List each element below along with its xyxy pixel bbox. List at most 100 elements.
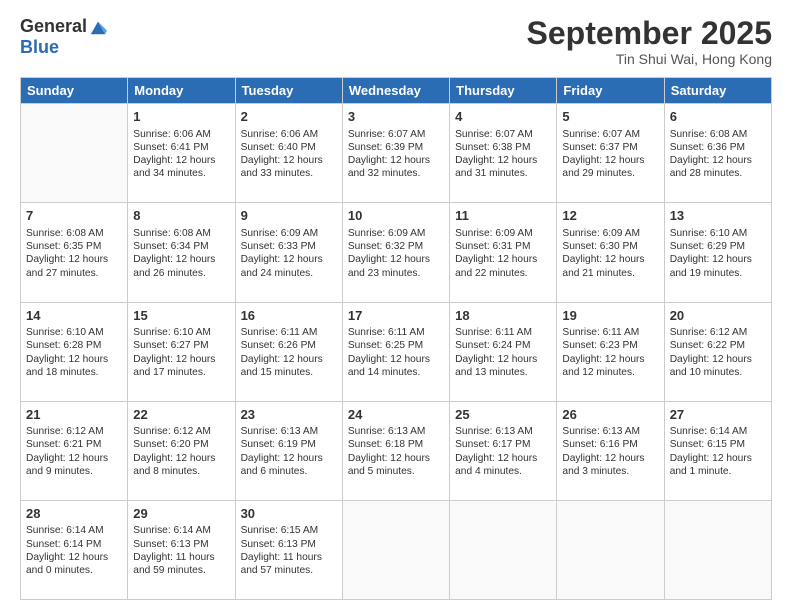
header-monday: Monday — [128, 78, 235, 104]
table-cell: 17Sunrise: 6:11 AM Sunset: 6:25 PM Dayli… — [342, 302, 449, 401]
table-cell: 22Sunrise: 6:12 AM Sunset: 6:20 PM Dayli… — [128, 401, 235, 500]
table-cell: 4 Sunrise: 6:07 AM Sunset: 6:38 PM Daylig… — [450, 104, 557, 203]
table-cell: 2Sunrise: 6:06 AM Sunset: 6:40 PM Daylig… — [235, 104, 342, 203]
cell-content: Sunrise: 6:13 AM Sunset: 6:17 PM Dayligh… — [455, 425, 551, 478]
day-number: 18 — [455, 307, 551, 325]
header: General Blue September 2025 Tin Shui Wai… — [20, 16, 772, 67]
table-cell — [342, 500, 449, 599]
day-number: 21 — [26, 406, 122, 424]
day-number: 20 — [670, 307, 766, 325]
day-number: 11 — [455, 207, 551, 225]
cell-content: Sunrise: 6:15 AM Sunset: 6:13 PM Dayligh… — [241, 524, 337, 577]
cell-content: Sunrise: 6:11 AM Sunset: 6:24 PM Dayligh… — [455, 326, 551, 379]
header-thursday: Thursday — [450, 78, 557, 104]
table-cell: 8 Sunrise: 6:08 AM Sunset: 6:34 PM Daylig… — [128, 203, 235, 302]
cell-content: Sunrise: 6:11 AM Sunset: 6:23 PM Dayligh… — [562, 326, 658, 379]
header-wednesday: Wednesday — [342, 78, 449, 104]
cell-content: Sunrise: 6:06 AM Sunset: 6:41 PM Dayligh… — [133, 128, 229, 181]
day-number: 9 — [241, 207, 337, 225]
cell-content: Sunrise: 6:11 AM Sunset: 6:25 PM Dayligh… — [348, 326, 444, 379]
cell-content: Sunrise: 6:10 AM Sunset: 6:29 PM Dayligh… — [670, 227, 766, 280]
table-cell: 18Sunrise: 6:11 AM Sunset: 6:24 PM Dayli… — [450, 302, 557, 401]
day-number: 27 — [670, 406, 766, 424]
location: Tin Shui Wai, Hong Kong — [527, 51, 772, 67]
header-saturday: Saturday — [664, 78, 771, 104]
page: General Blue September 2025 Tin Shui Wai… — [0, 0, 792, 612]
day-number: 3 — [348, 108, 444, 126]
cell-content: Sunrise: 6:09 AM Sunset: 6:32 PM Dayligh… — [348, 227, 444, 280]
cell-content: Sunrise: 6:12 AM Sunset: 6:22 PM Dayligh… — [670, 326, 766, 379]
cell-content: Sunrise: 6:07 AM Sunset: 6:37 PM Dayligh… — [562, 128, 658, 181]
table-cell: 10 Sunrise: 6:09 AM Sunset: 6:32 PM Dayli… — [342, 203, 449, 302]
day-number: 15 — [133, 307, 229, 325]
day-number: 24 — [348, 406, 444, 424]
table-cell — [450, 500, 557, 599]
day-number: 10 — [348, 207, 444, 225]
table-cell: 12 Sunrise: 6:09 AM Sunset: 6:30 PM Dayli… — [557, 203, 664, 302]
cell-content: Sunrise: 6:12 AM Sunset: 6:21 PM Dayligh… — [26, 425, 122, 478]
table-cell: 13 Sunrise: 6:10 AM Sunset: 6:29 PM Dayli… — [664, 203, 771, 302]
calendar-table: Sunday Monday Tuesday Wednesday Thursday… — [20, 77, 772, 600]
table-cell: 3 Sunrise: 6:07 AM Sunset: 6:39 PM Daylig… — [342, 104, 449, 203]
cell-content: Sunrise: 6:13 AM Sunset: 6:19 PM Dayligh… — [241, 425, 337, 478]
cell-content: Sunrise: 6:10 AM Sunset: 6:28 PM Dayligh… — [26, 326, 122, 379]
day-number: 4 — [455, 108, 551, 126]
cell-content: Sunrise: 6:07 AM Sunset: 6:39 PM Dayligh… — [348, 128, 444, 181]
cell-content: Sunrise: 6:11 AM Sunset: 6:26 PM Dayligh… — [241, 326, 337, 379]
day-header-row: Sunday Monday Tuesday Wednesday Thursday… — [21, 78, 772, 104]
table-cell — [664, 500, 771, 599]
table-cell — [21, 104, 128, 203]
day-number: 28 — [26, 505, 122, 523]
day-number: 8 — [133, 207, 229, 225]
day-number: 5 — [562, 108, 658, 126]
cell-content: Sunrise: 6:14 AM Sunset: 6:15 PM Dayligh… — [670, 425, 766, 478]
logo: General Blue — [20, 16, 107, 58]
cell-content: Sunrise: 6:14 AM Sunset: 6:13 PM Dayligh… — [133, 524, 229, 577]
table-cell: 9Sunrise: 6:09 AM Sunset: 6:33 PM Daylig… — [235, 203, 342, 302]
cell-content: Sunrise: 6:09 AM Sunset: 6:30 PM Dayligh… — [562, 227, 658, 280]
day-number: 13 — [670, 207, 766, 225]
cell-content: Sunrise: 6:06 AM Sunset: 6:40 PM Dayligh… — [241, 128, 337, 181]
table-cell: 16Sunrise: 6:11 AM Sunset: 6:26 PM Dayli… — [235, 302, 342, 401]
logo-icon — [89, 18, 107, 36]
day-number: 12 — [562, 207, 658, 225]
cell-content: Sunrise: 6:09 AM Sunset: 6:31 PM Dayligh… — [455, 227, 551, 280]
table-cell: 20Sunrise: 6:12 AM Sunset: 6:22 PM Dayli… — [664, 302, 771, 401]
table-cell: 5 Sunrise: 6:07 AM Sunset: 6:37 PM Daylig… — [557, 104, 664, 203]
day-number: 26 — [562, 406, 658, 424]
table-cell: 6 Sunrise: 6:08 AM Sunset: 6:36 PM Daylig… — [664, 104, 771, 203]
cell-content: Sunrise: 6:12 AM Sunset: 6:20 PM Dayligh… — [133, 425, 229, 478]
table-cell: 30Sunrise: 6:15 AM Sunset: 6:13 PM Dayli… — [235, 500, 342, 599]
day-number: 19 — [562, 307, 658, 325]
day-number: 1 — [133, 108, 229, 126]
header-sunday: Sunday — [21, 78, 128, 104]
cell-content: Sunrise: 6:08 AM Sunset: 6:35 PM Dayligh… — [26, 227, 122, 280]
cell-content: Sunrise: 6:13 AM Sunset: 6:16 PM Dayligh… — [562, 425, 658, 478]
table-cell: 21Sunrise: 6:12 AM Sunset: 6:21 PM Dayli… — [21, 401, 128, 500]
cell-content: Sunrise: 6:07 AM Sunset: 6:38 PM Dayligh… — [455, 128, 551, 181]
day-number: 22 — [133, 406, 229, 424]
table-cell: 15Sunrise: 6:10 AM Sunset: 6:27 PM Dayli… — [128, 302, 235, 401]
table-cell: 26Sunrise: 6:13 AM Sunset: 6:16 PM Dayli… — [557, 401, 664, 500]
table-cell: 14Sunrise: 6:10 AM Sunset: 6:28 PM Dayli… — [21, 302, 128, 401]
day-number: 29 — [133, 505, 229, 523]
table-cell: 23Sunrise: 6:13 AM Sunset: 6:19 PM Dayli… — [235, 401, 342, 500]
day-number: 6 — [670, 108, 766, 126]
cell-content: Sunrise: 6:10 AM Sunset: 6:27 PM Dayligh… — [133, 326, 229, 379]
month-title: September 2025 — [527, 16, 772, 51]
cell-content: Sunrise: 6:08 AM Sunset: 6:36 PM Dayligh… — [670, 128, 766, 181]
cell-content: Sunrise: 6:13 AM Sunset: 6:18 PM Dayligh… — [348, 425, 444, 478]
day-number: 23 — [241, 406, 337, 424]
table-cell: 28Sunrise: 6:14 AM Sunset: 6:14 PM Dayli… — [21, 500, 128, 599]
cell-content: Sunrise: 6:08 AM Sunset: 6:34 PM Dayligh… — [133, 227, 229, 280]
header-friday: Friday — [557, 78, 664, 104]
table-cell: 27Sunrise: 6:14 AM Sunset: 6:15 PM Dayli… — [664, 401, 771, 500]
table-cell: 1 Sunrise: 6:06 AM Sunset: 6:41 PM Daylig… — [128, 104, 235, 203]
header-tuesday: Tuesday — [235, 78, 342, 104]
day-number: 7 — [26, 207, 122, 225]
day-number: 16 — [241, 307, 337, 325]
logo-text: General — [20, 16, 107, 37]
table-cell: 7 Sunrise: 6:08 AM Sunset: 6:35 PM Daylig… — [21, 203, 128, 302]
day-number: 17 — [348, 307, 444, 325]
title-section: September 2025 Tin Shui Wai, Hong Kong — [527, 16, 772, 67]
